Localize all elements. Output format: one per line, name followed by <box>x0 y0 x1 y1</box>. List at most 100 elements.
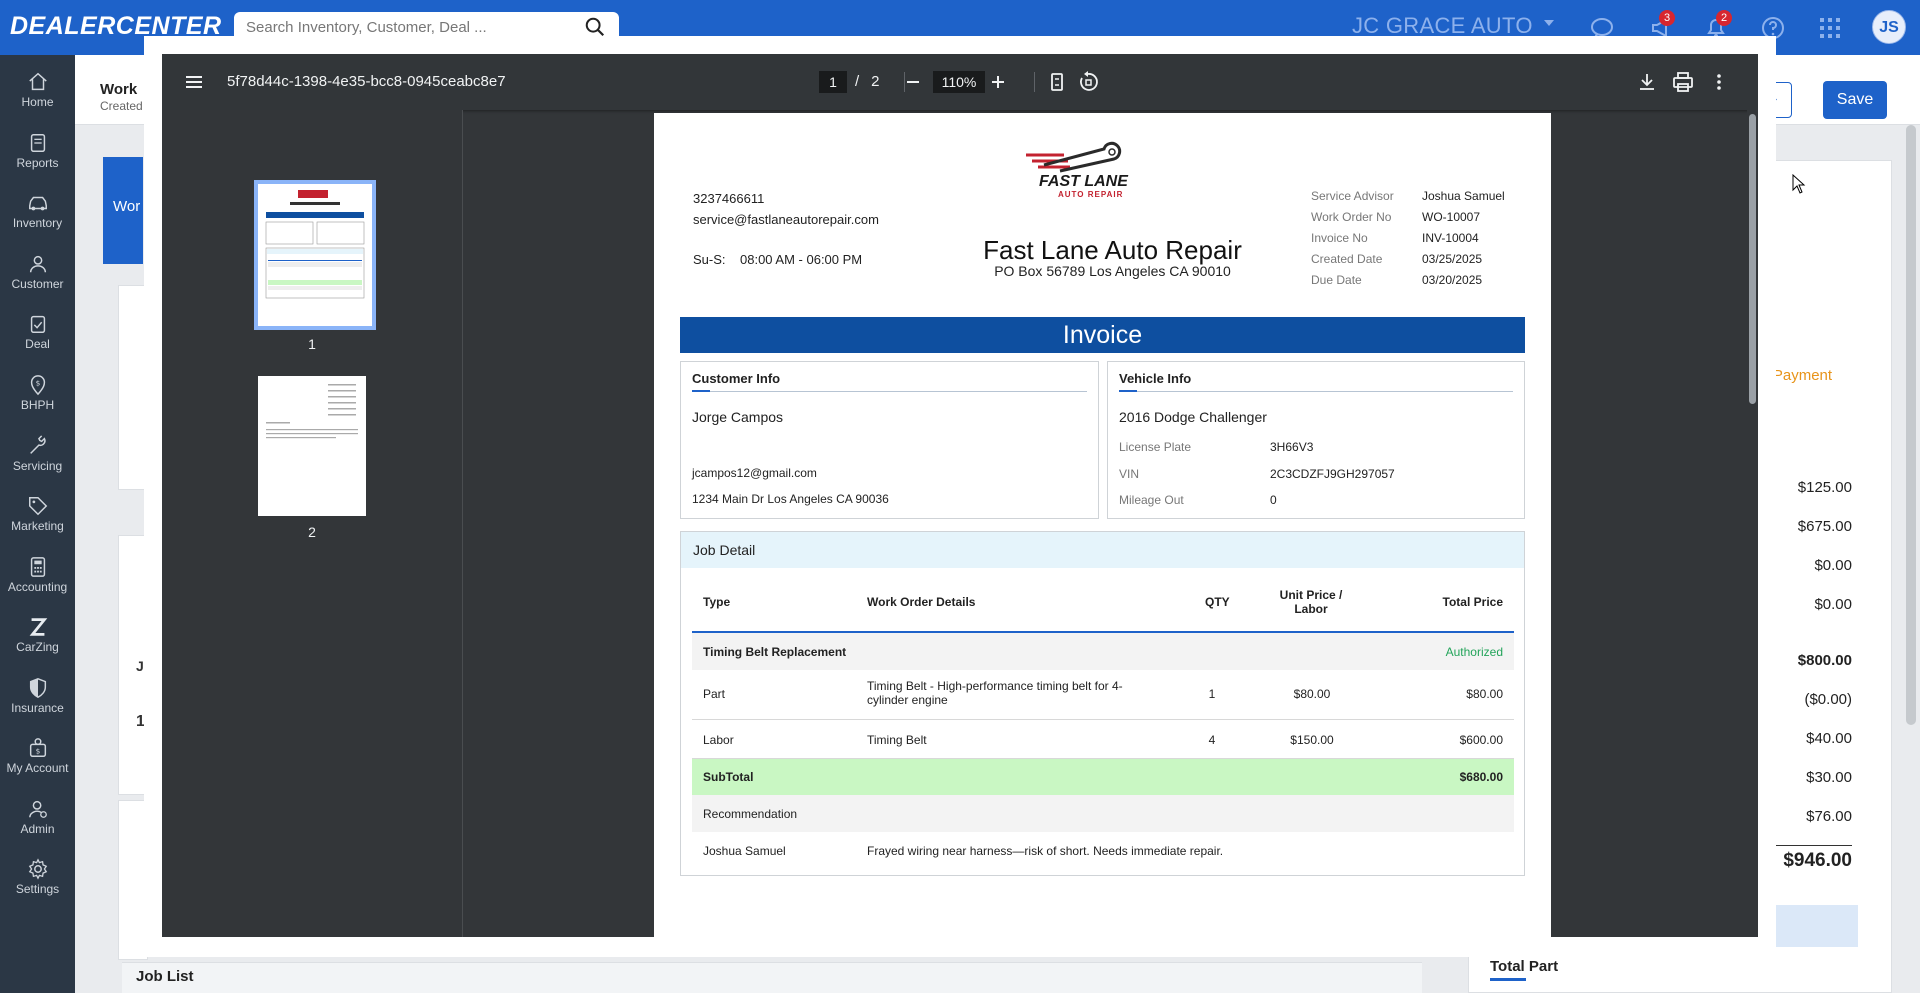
service-row: Timing Belt Replacement Authorized <box>692 633 1514 670</box>
row-details: Timing Belt <box>867 733 927 747</box>
customer-name: Jorge Campos <box>692 409 784 425</box>
z-icon <box>29 618 47 636</box>
clipboard-icon <box>30 315 45 333</box>
status-badge: Authorized <box>1445 645 1503 659</box>
pdf-viewer: 5f78d44c-1398-4e35-bcc8-0945ceabc8e7 1 /… <box>162 54 1758 937</box>
job-detail-box: Job Detail Type Work Order Details QTY U… <box>680 531 1525 876</box>
save-button[interactable]: Save <box>1823 81 1887 119</box>
sidebar-item-insurance[interactable]: Insurance <box>0 667 75 727</box>
notifications-badge: 2 <box>1716 10 1732 26</box>
page-scrollbar[interactable] <box>1906 125 1916 725</box>
sidebar-item-servicing[interactable]: Servicing <box>0 425 75 485</box>
thumbnail-label: 2 <box>308 524 316 540</box>
meta-label: Invoice No <box>1311 231 1368 245</box>
summary-amount: $76.00 <box>1806 808 1852 825</box>
page-number-input[interactable]: 1 <box>819 71 847 93</box>
page-title: Work <box>100 81 138 98</box>
svg-text:$: $ <box>35 378 40 387</box>
menu-icon[interactable] <box>182 70 206 94</box>
meta-label: Work Order No <box>1311 210 1392 224</box>
vehicle-field-label: VIN <box>1119 467 1140 481</box>
sidebar-item-settings[interactable]: Settings <box>0 848 75 908</box>
meta-label: Service Advisor <box>1311 189 1394 203</box>
work-order-card-label: Wor <box>113 198 141 215</box>
vehicle-field-label: License Plate <box>1119 440 1192 454</box>
sidebar-item-customer[interactable]: Customer <box>0 243 75 303</box>
chevron-down-icon[interactable] <box>1544 20 1554 26</box>
gear-icon <box>28 858 47 880</box>
sidebar-item-deal[interactable]: Deal <box>0 303 75 363</box>
invoice-preview-modal: 5f78d44c-1398-4e35-bcc8-0945ceabc8e7 1 /… <box>144 36 1776 957</box>
sidebar-item-reports[interactable]: Reports <box>0 122 75 182</box>
sidebar-item-admin[interactable]: Admin <box>0 788 75 848</box>
column-header-details: Work Order Details <box>867 595 976 609</box>
thumbnail-preview <box>266 384 358 439</box>
sidebar-item-inventory[interactable]: Inventory <box>0 182 75 242</box>
meta-label: Created Date <box>1311 252 1383 266</box>
row-total: $80.00 <box>1466 687 1503 701</box>
tag-icon <box>28 497 47 516</box>
subtotal-row: SubTotal $680.00 <box>692 759 1514 795</box>
vehicle-info-title: Vehicle Info <box>1119 371 1192 386</box>
job-list-header[interactable]: Job List <box>122 962 1422 993</box>
row-type: Labor <box>703 733 734 747</box>
service-name: Timing Belt Replacement <box>703 645 847 659</box>
fit-page-icon[interactable] <box>1045 70 1069 94</box>
tab-underline <box>1490 978 1526 981</box>
table-row: Part Timing Belt - High-performance timi… <box>692 670 1514 720</box>
apps-grid-icon[interactable] <box>1816 14 1844 42</box>
account-icon: $ <box>29 738 46 757</box>
search-icon[interactable] <box>584 16 606 38</box>
rotate-icon[interactable] <box>1076 70 1100 94</box>
zoom-in-icon[interactable] <box>986 70 1010 94</box>
vehicle-field-label: Mileage Out <box>1119 493 1184 507</box>
job-detail-header: Job Detail <box>681 532 1524 568</box>
sidebar-item-carzing[interactable]: CarZing <box>0 606 75 666</box>
page-thumbnail-1[interactable] <box>254 180 376 330</box>
recommendation-label: Recommendation <box>703 807 798 821</box>
document-title: 5f78d44c-1398-4e35-bcc8-0945ceabc8e7 <box>227 73 506 90</box>
sidebar-item-my-account[interactable]: $ My Account <box>0 727 75 787</box>
page-thumbnail-2[interactable] <box>258 376 366 516</box>
total-part-tab[interactable]: Total Part <box>1490 958 1558 975</box>
scrollbar-thumb[interactable] <box>1749 114 1756 404</box>
zoom-out-icon[interactable] <box>901 70 925 94</box>
shop-phone: 3237466611 <box>693 191 765 206</box>
avatar[interactable]: JS <box>1872 10 1906 44</box>
invoice-page: 3237466611 service@fastlaneautorepair.co… <box>654 113 1551 937</box>
zoom-level-input[interactable]: 110% <box>933 71 985 93</box>
row-total: $600.00 <box>1459 733 1503 747</box>
sidebar-item-accounting[interactable]: Accounting <box>0 546 75 606</box>
sidebar-item-home[interactable]: Home <box>0 61 75 121</box>
vehicle-field-value: 0 <box>1270 493 1277 507</box>
recommendation-row: Recommendation <box>692 795 1514 832</box>
summary-amount: $0.00 <box>1814 596 1852 613</box>
more-options-icon[interactable] <box>1707 70 1731 94</box>
svg-text:$: $ <box>35 747 40 756</box>
page-count: /2 <box>855 73 880 90</box>
column-header-total: Total Price <box>1442 595 1503 609</box>
section-divider <box>692 390 1087 392</box>
summary-amount: $800.00 <box>1797 652 1852 669</box>
row-qty: 4 <box>1208 733 1216 747</box>
calculator-icon <box>30 557 45 577</box>
dollar-pin-icon: $ <box>30 375 45 396</box>
vehicle-info-box: Vehicle Info 2016 Dodge Challenger Licen… <box>1107 361 1525 519</box>
pdf-toolbar: 5f78d44c-1398-4e35-bcc8-0945ceabc8e7 1 /… <box>162 54 1758 110</box>
shield-icon <box>29 678 46 698</box>
logo-title: FAST LANE <box>1039 173 1128 190</box>
recommendation-by: Joshua Samuel <box>703 844 786 858</box>
subtotal-value: $680.00 <box>1459 770 1503 784</box>
table-row: Labor Timing Belt 4 $150.00 $600.00 <box>692 721 1514 759</box>
sidebar: Home Reports Inventory Customer Deal $ B… <box>0 55 75 993</box>
sidebar-item-marketing[interactable]: Marketing <box>0 485 75 545</box>
print-icon[interactable] <box>1671 70 1695 94</box>
viewer-scrollbar[interactable] <box>1747 110 1758 937</box>
row-unit-price: $150.00 <box>1290 733 1334 747</box>
recommendation-detail-row: Joshua Samuel Frayed wiring near harness… <box>692 832 1514 869</box>
download-icon[interactable] <box>1635 70 1659 94</box>
customer-info-title: Customer Info <box>692 371 781 386</box>
home-icon <box>28 72 47 91</box>
section-divider <box>1119 390 1513 392</box>
sidebar-item-bhph[interactable]: $ BHPH <box>0 364 75 424</box>
